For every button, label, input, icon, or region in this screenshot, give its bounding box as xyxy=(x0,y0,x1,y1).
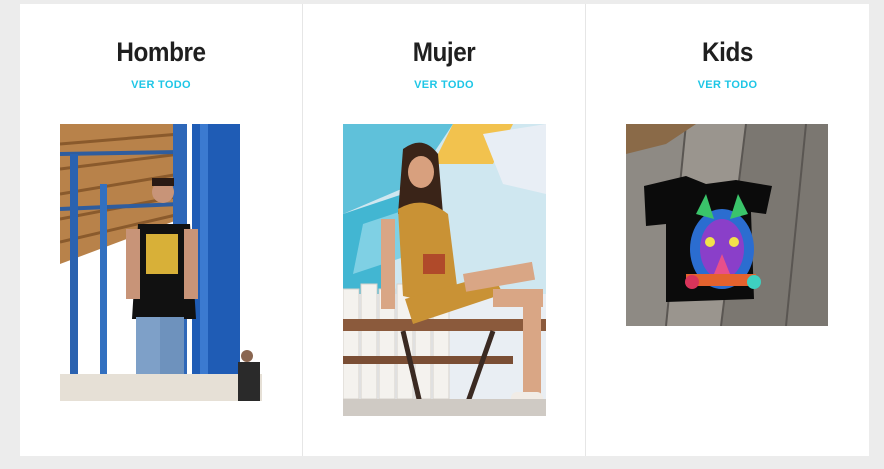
category-mujer: Mujer VER TODO xyxy=(303,4,586,456)
ver-todo-link-kids[interactable]: VER TODO xyxy=(586,79,869,91)
kids-tshirt-on-wood-photo[interactable] xyxy=(626,124,828,326)
category-title-kids: Kids xyxy=(702,37,753,67)
category-title-mujer: Mujer xyxy=(412,37,476,67)
man-in-tshirt-photo[interactable] xyxy=(60,124,262,401)
category-hombre: Hombre VER TODO xyxy=(20,4,303,456)
ver-todo-link-hombre[interactable]: VER TODO xyxy=(20,79,302,91)
woman-in-dress-photo[interactable] xyxy=(343,124,546,416)
category-kids: Kids VER TODO xyxy=(586,4,869,456)
category-title-hombre: Hombre xyxy=(116,37,206,67)
ver-todo-link-mujer[interactable]: VER TODO xyxy=(303,79,585,91)
category-panel: Hombre VER TODO Mujer VER TODO Kids VER … xyxy=(20,4,869,456)
